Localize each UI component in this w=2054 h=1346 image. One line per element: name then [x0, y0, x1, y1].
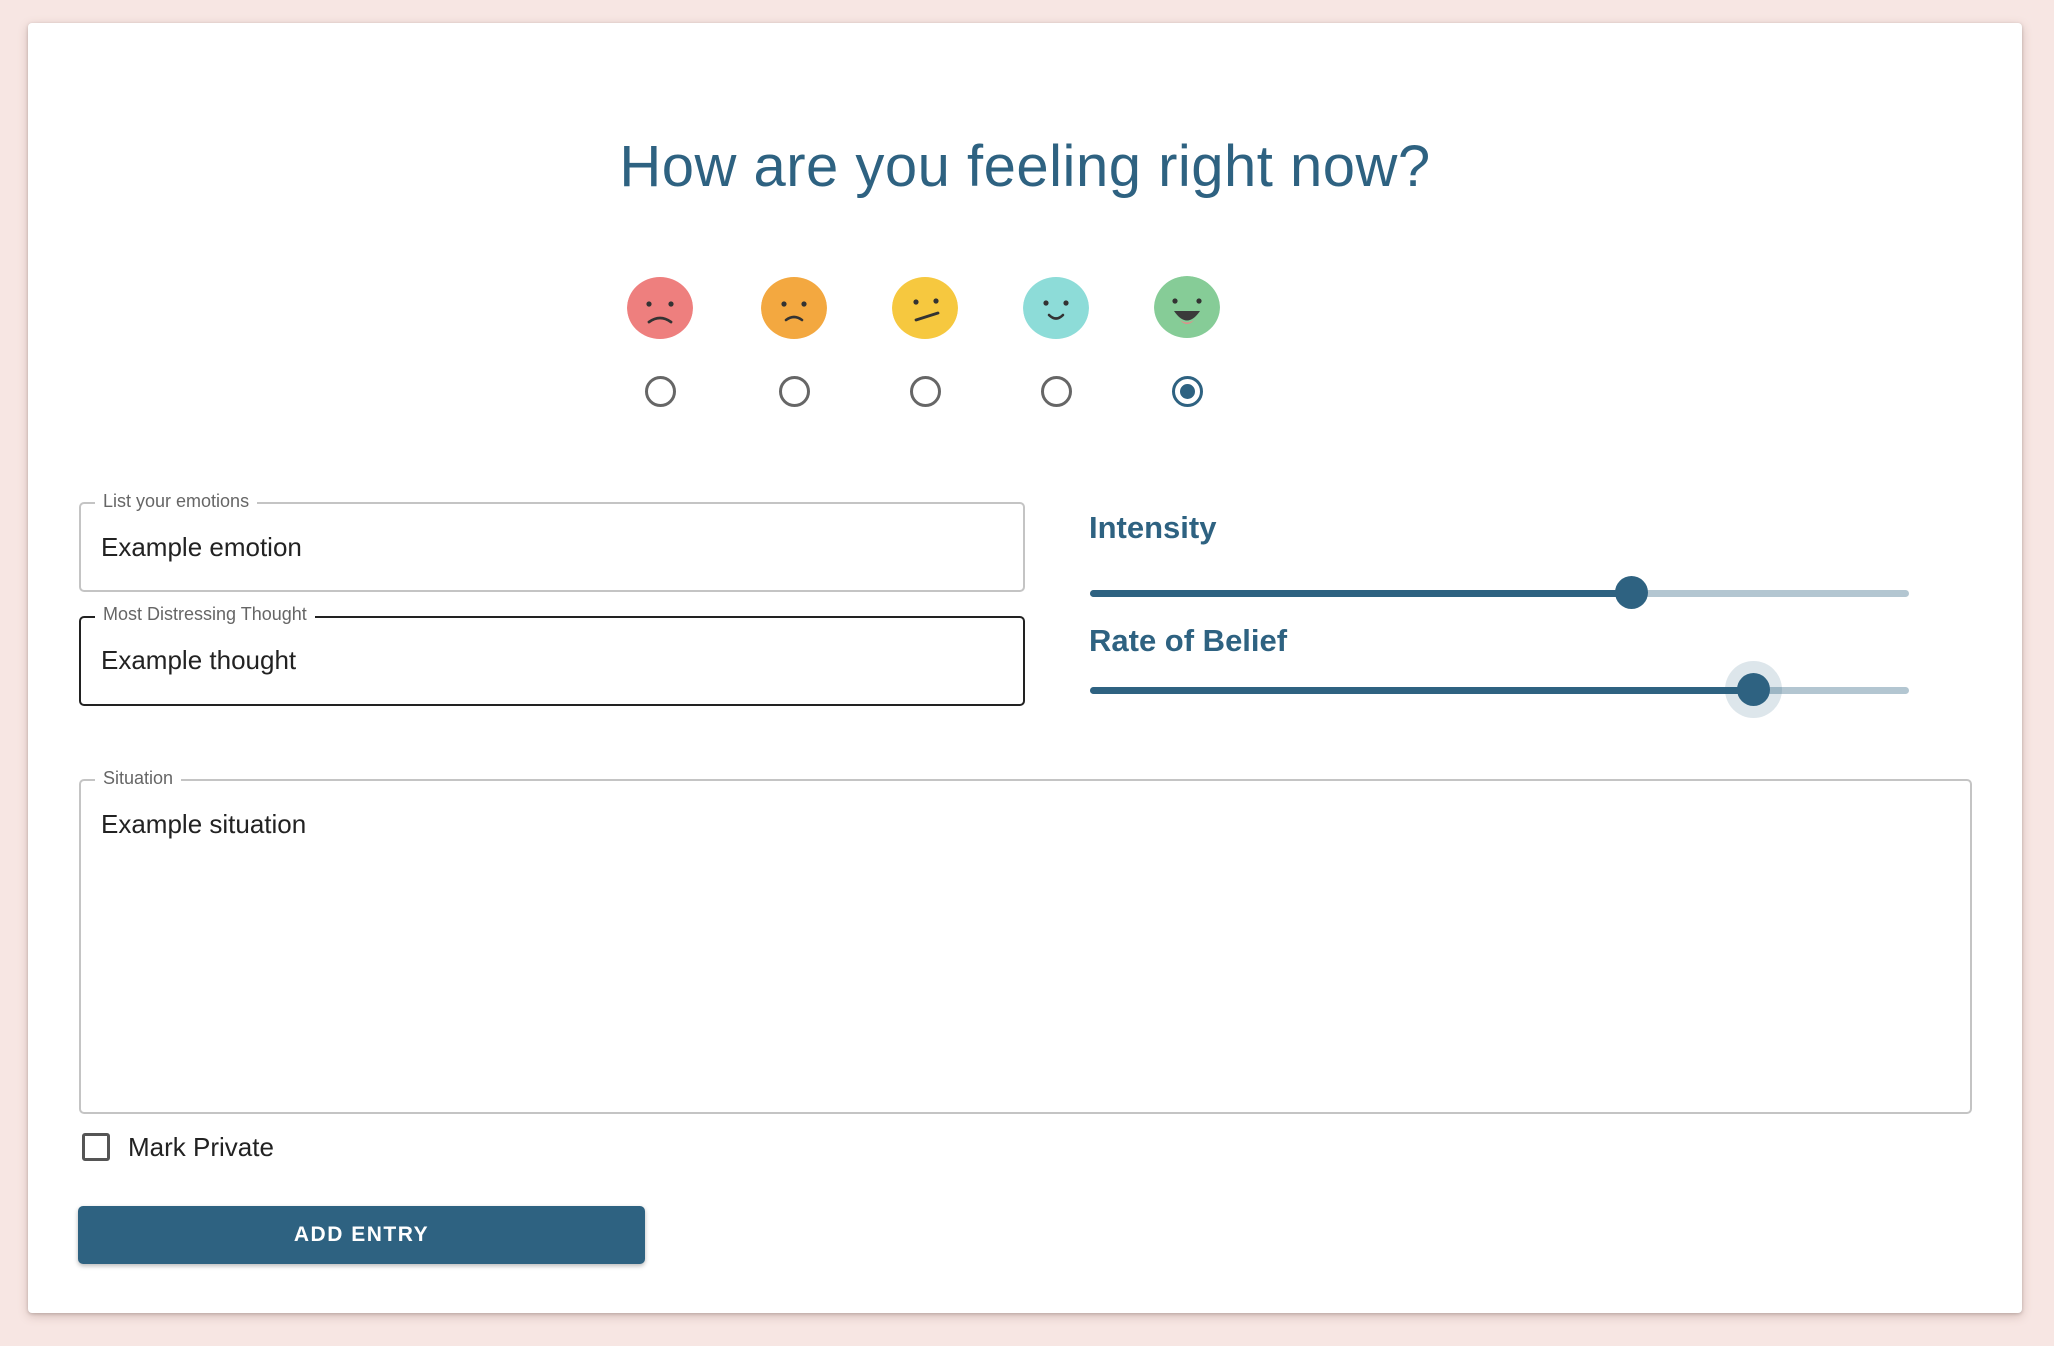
mood-radio-happy[interactable] — [1040, 376, 1072, 407]
emotions-field[interactable]: List your emotions Example emotion — [79, 491, 1025, 592]
situation-field-label: Situation — [95, 768, 182, 789]
add-entry-button[interactable]: ADD ENTRY — [78, 1206, 645, 1264]
intensity-slider-fill — [1090, 590, 1631, 597]
distressing-thought-field-label: Most Distressing Thought — [95, 604, 315, 625]
very-happy-face-icon — [1154, 276, 1220, 338]
mood-option-happy[interactable] — [1016, 249, 1096, 419]
intensity-slider-thumb[interactable] — [1614, 576, 1648, 609]
distressing-thought-field-value: Example thought — [101, 645, 297, 675]
situation-field-value: Example situation — [101, 809, 307, 839]
rate-of-belief-slider-fill — [1090, 687, 1754, 694]
mood-radio-very-sad[interactable] — [644, 376, 676, 407]
mood-option-very-sad[interactable] — [620, 249, 700, 419]
mood-option-sad[interactable] — [754, 249, 834, 419]
mood-radio-sad[interactable] — [778, 376, 810, 407]
sad-face-icon — [761, 277, 827, 339]
page-title: How are you feeling right now? — [619, 134, 1431, 199]
intensity-slider[interactable] — [1090, 576, 1909, 609]
mood-option-neutral[interactable] — [885, 249, 965, 419]
situation-textarea[interactable]: Situation Example situation — [79, 768, 1972, 1114]
very-sad-face-icon — [627, 277, 693, 339]
mood-radio-group — [620, 249, 1280, 419]
happy-face-icon — [1023, 277, 1089, 339]
neutral-face-icon — [892, 277, 958, 339]
mark-private-label[interactable]: Mark Private — [128, 1132, 274, 1163]
emotions-field-label: List your emotions — [95, 491, 258, 512]
mood-option-very-happy[interactable] — [1147, 249, 1227, 419]
mood-radio-very-happy[interactable] — [1171, 376, 1203, 407]
rate-of-belief-slider[interactable] — [1090, 673, 1909, 706]
mark-private-checkbox[interactable] — [82, 1133, 110, 1161]
mood-radio-neutral[interactable] — [909, 376, 941, 407]
rate-of-belief-slider-thumb[interactable] — [1737, 673, 1771, 706]
intensity-label: Intensity — [1089, 510, 1217, 545]
emotions-field-value: Example emotion — [101, 532, 302, 562]
distressing-thought-field[interactable]: Most Distressing Thought Example thought — [79, 604, 1025, 706]
rate-of-belief-label: Rate of Belief — [1089, 623, 1288, 658]
entry-form-card: How are you feeling right now? List your… — [28, 23, 2022, 1313]
